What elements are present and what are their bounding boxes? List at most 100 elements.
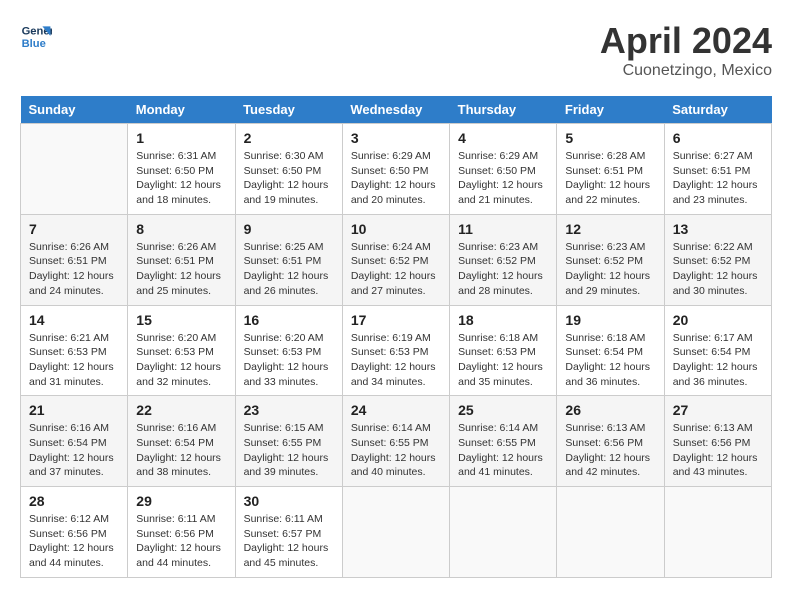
day-cell: 21Sunrise: 6:16 AMSunset: 6:54 PMDayligh… <box>21 396 128 487</box>
day-number: 22 <box>136 402 226 418</box>
day-cell: 28Sunrise: 6:12 AMSunset: 6:56 PMDayligh… <box>21 487 128 578</box>
day-number: 13 <box>673 221 763 237</box>
day-number: 1 <box>136 130 226 146</box>
day-info: Sunrise: 6:31 AMSunset: 6:50 PMDaylight:… <box>136 149 226 208</box>
col-monday: Monday <box>128 96 235 124</box>
day-number: 10 <box>351 221 441 237</box>
day-number: 17 <box>351 312 441 328</box>
col-tuesday: Tuesday <box>235 96 342 124</box>
week-row-4: 21 Sunrise: 6:16 AMSunset: 6:54 PMDayligh… <box>21 396 772 487</box>
month-title: April 2024 <box>600 20 772 62</box>
day-cell: 19 Sunrise: 6:18 AMSunset: 6:54 PMDayligh… <box>557 305 664 396</box>
col-sunday: Sunday <box>21 96 128 124</box>
day-info: Sunrise: 6:14 AMSunset: 6:55 PMDaylight:… <box>351 421 441 480</box>
day-info: Sunrise: 6:20 AMSunset: 6:53 PMDaylight:… <box>244 331 334 390</box>
day-cell: 8Sunrise: 6:26 AMSunset: 6:51 PMDaylight… <box>128 214 235 305</box>
day-number: 2 <box>244 130 334 146</box>
day-cell: 29 Sunrise: 6:11 AMSunset: 6:56 PMDayligh… <box>128 487 235 578</box>
day-number: 25 <box>458 402 548 418</box>
day-cell: 16 Sunrise: 6:20 AMSunset: 6:53 PMDayligh… <box>235 305 342 396</box>
day-info: Sunrise: 6:14 AMSunset: 6:55 PMDaylight:… <box>458 421 548 480</box>
day-cell: 6Sunrise: 6:27 AMSunset: 6:51 PMDaylight… <box>664 124 771 215</box>
day-number: 19 <box>565 312 655 328</box>
day-cell <box>21 124 128 215</box>
day-cell: 15 Sunrise: 6:20 AMSunset: 6:53 PMDayligh… <box>128 305 235 396</box>
day-number: 18 <box>458 312 548 328</box>
day-cell <box>342 487 449 578</box>
day-info: Sunrise: 6:11 AMSunset: 6:56 PMDaylight:… <box>136 512 226 571</box>
calendar-table: Sunday Monday Tuesday Wednesday Thursday… <box>20 96 772 578</box>
day-number: 7 <box>29 221 119 237</box>
day-number: 14 <box>29 312 119 328</box>
day-info: Sunrise: 6:30 AMSunset: 6:50 PMDaylight:… <box>244 149 334 208</box>
day-number: 27 <box>673 402 763 418</box>
day-number: 4 <box>458 130 548 146</box>
day-info: Sunrise: 6:13 AMSunset: 6:56 PMDaylight:… <box>565 421 655 480</box>
day-cell: 18 Sunrise: 6:18 AMSunset: 6:53 PMDayligh… <box>450 305 557 396</box>
day-cell: 24 Sunrise: 6:14 AMSunset: 6:55 PMDayligh… <box>342 396 449 487</box>
day-number: 6 <box>673 130 763 146</box>
day-number: 15 <box>136 312 226 328</box>
day-info: Sunrise: 6:29 AMSunset: 6:50 PMDaylight:… <box>351 149 441 208</box>
day-cell: 5 Sunrise: 6:28 AMSunset: 6:51 PMDaylight… <box>557 124 664 215</box>
day-cell: 27 Sunrise: 6:13 AMSunset: 6:56 PMDayligh… <box>664 396 771 487</box>
day-cell: 11 Sunrise: 6:23 AMSunset: 6:52 PMDayligh… <box>450 214 557 305</box>
day-number: 8 <box>136 221 226 237</box>
day-cell: 2 Sunrise: 6:30 AMSunset: 6:50 PMDaylight… <box>235 124 342 215</box>
day-number: 29 <box>136 493 226 509</box>
day-info: Sunrise: 6:21 AMSunset: 6:53 PMDaylight:… <box>29 331 119 390</box>
day-info: Sunrise: 6:16 AMSunset: 6:54 PMDaylight:… <box>136 421 226 480</box>
col-thursday: Thursday <box>450 96 557 124</box>
day-info: Sunrise: 6:11 AMSunset: 6:57 PMDaylight:… <box>244 512 334 571</box>
col-saturday: Saturday <box>664 96 771 124</box>
day-cell: 1 Sunrise: 6:31 AMSunset: 6:50 PMDaylight… <box>128 124 235 215</box>
day-number: 21 <box>29 402 119 418</box>
day-number: 5 <box>565 130 655 146</box>
day-number: 16 <box>244 312 334 328</box>
day-cell: 9 Sunrise: 6:25 AMSunset: 6:51 PMDaylight… <box>235 214 342 305</box>
day-info: Sunrise: 6:20 AMSunset: 6:53 PMDaylight:… <box>136 331 226 390</box>
day-cell <box>557 487 664 578</box>
logo: General Blue <box>20 20 52 52</box>
day-cell: 3 Sunrise: 6:29 AMSunset: 6:50 PMDaylight… <box>342 124 449 215</box>
day-info: Sunrise: 6:25 AMSunset: 6:51 PMDaylight:… <box>244 240 334 299</box>
day-info: Sunrise: 6:13 AMSunset: 6:56 PMDaylight:… <box>673 421 763 480</box>
day-cell: 30 Sunrise: 6:11 AMSunset: 6:57 PMDayligh… <box>235 487 342 578</box>
day-info: Sunrise: 6:23 AMSunset: 6:52 PMDaylight:… <box>458 240 548 299</box>
day-number: 26 <box>565 402 655 418</box>
week-row-3: 14 Sunrise: 6:21 AMSunset: 6:53 PMDayligh… <box>21 305 772 396</box>
day-cell: 12Sunrise: 6:23 AMSunset: 6:52 PMDayligh… <box>557 214 664 305</box>
week-row-2: 7Sunrise: 6:26 AMSunset: 6:51 PMDaylight… <box>21 214 772 305</box>
day-cell <box>450 487 557 578</box>
day-number: 30 <box>244 493 334 509</box>
day-cell: 13 Sunrise: 6:22 AMSunset: 6:52 PMDayligh… <box>664 214 771 305</box>
day-cell: 17 Sunrise: 6:19 AMSunset: 6:53 PMDayligh… <box>342 305 449 396</box>
day-number: 20 <box>673 312 763 328</box>
day-cell: 22 Sunrise: 6:16 AMSunset: 6:54 PMDayligh… <box>128 396 235 487</box>
header-row: Sunday Monday Tuesday Wednesday Thursday… <box>21 96 772 124</box>
day-number: 3 <box>351 130 441 146</box>
day-number: 24 <box>351 402 441 418</box>
day-info: Sunrise: 6:18 AMSunset: 6:54 PMDaylight:… <box>565 331 655 390</box>
col-friday: Friday <box>557 96 664 124</box>
day-number: 9 <box>244 221 334 237</box>
day-info: Sunrise: 6:15 AMSunset: 6:55 PMDaylight:… <box>244 421 334 480</box>
day-info: Sunrise: 6:19 AMSunset: 6:53 PMDaylight:… <box>351 331 441 390</box>
day-info: Sunrise: 6:23 AMSunset: 6:52 PMDaylight:… <box>565 240 655 299</box>
day-info: Sunrise: 6:22 AMSunset: 6:52 PMDaylight:… <box>673 240 763 299</box>
day-cell: 14 Sunrise: 6:21 AMSunset: 6:53 PMDayligh… <box>21 305 128 396</box>
day-cell: 23 Sunrise: 6:15 AMSunset: 6:55 PMDayligh… <box>235 396 342 487</box>
svg-text:Blue: Blue <box>22 38 46 50</box>
title-block: April 2024 Cuonetzingo, Mexico <box>600 20 772 80</box>
day-number: 23 <box>244 402 334 418</box>
day-number: 11 <box>458 221 548 237</box>
day-info: Sunrise: 6:17 AMSunset: 6:54 PMDaylight:… <box>673 331 763 390</box>
day-info: Sunrise: 6:18 AMSunset: 6:53 PMDaylight:… <box>458 331 548 390</box>
day-info: Sunrise: 6:28 AMSunset: 6:51 PMDaylight:… <box>565 149 655 208</box>
week-row-5: 28Sunrise: 6:12 AMSunset: 6:56 PMDayligh… <box>21 487 772 578</box>
col-wednesday: Wednesday <box>342 96 449 124</box>
day-cell: 10Sunrise: 6:24 AMSunset: 6:52 PMDayligh… <box>342 214 449 305</box>
page-header: General Blue April 2024 Cuonetzingo, Mex… <box>20 20 772 80</box>
day-cell <box>664 487 771 578</box>
day-cell: 25 Sunrise: 6:14 AMSunset: 6:55 PMDayligh… <box>450 396 557 487</box>
